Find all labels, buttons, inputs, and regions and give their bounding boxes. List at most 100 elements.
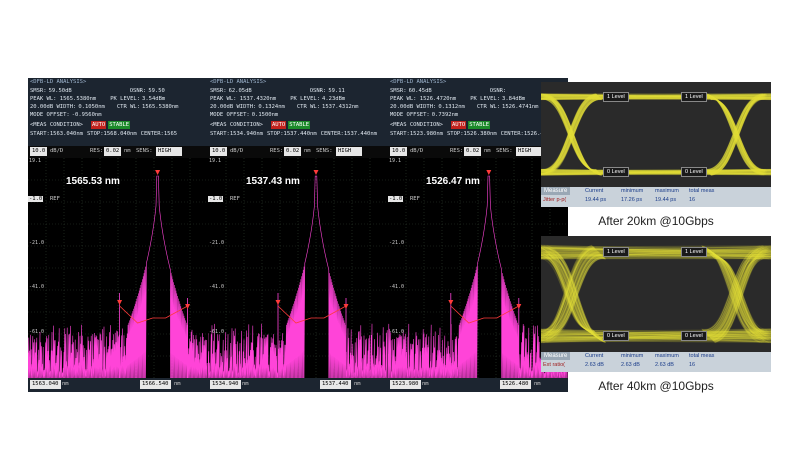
spectrum-svg: [28, 158, 208, 378]
res-value[interactable]: 0.02: [464, 147, 482, 156]
stop-wl: STOP:1537.440nm: [266, 131, 317, 137]
eye-svg: [541, 82, 771, 187]
measure-col-header: total meas: [689, 353, 715, 359]
side-marker: [448, 300, 454, 305]
width-value: 0.1312nm: [438, 104, 465, 110]
pk-level-value: 3.84dBm: [502, 96, 526, 102]
stable-tag: STABLE: [468, 121, 491, 129]
stop-value[interactable]: 1566.540: [140, 380, 171, 389]
y-tick-label: -21.0: [209, 240, 225, 246]
measure-col-header: maximum: [655, 188, 679, 194]
y-tick-label: -41.0: [389, 284, 405, 290]
mode-offset-value: 0.1500nm: [251, 112, 279, 118]
ref-level-chip[interactable]: -1.0: [28, 196, 44, 202]
res-value[interactable]: 0.02: [284, 147, 302, 156]
header-row: 20.00dB WIDTH: 0.1324nm CTR WL: 1537.4312nm: [210, 103, 386, 111]
res-value[interactable]: 0.02: [104, 147, 122, 156]
ctr-wl-label: CTR WL:: [116, 104, 141, 110]
auto-tag: AUTO: [270, 121, 287, 129]
analysis-title: <DFB-LD ANALYSIS>: [210, 79, 267, 85]
stop-unit: nm: [354, 381, 361, 387]
measure-col-header: Current: [585, 188, 604, 194]
stop-wl: STOP:1526.380nm: [446, 131, 497, 137]
osa-spectrum-panel: <DFB-LD ANALYSIS> SMSR: 62.05dB OSNR: 59.11 P…: [208, 78, 388, 392]
measure-col-value: 17.26 ps: [621, 197, 643, 203]
auto-tag: AUTO: [450, 121, 467, 129]
y-tick-label: -21.0: [389, 240, 405, 246]
auto-tag: AUTO: [90, 121, 107, 129]
measure-col-value: 16: [689, 362, 696, 368]
header-row: SMSR: 59.50dB OSNR: 59.50: [30, 87, 206, 95]
measure-col-value: 19.44 ps: [655, 197, 677, 203]
scale-unit: dB/D: [50, 148, 64, 154]
osnr-label: OSNR:: [129, 88, 147, 94]
width-value: 0.1050nm: [78, 104, 105, 110]
y-tick-label: -21.0: [29, 240, 45, 246]
measure-col-header: Current: [585, 353, 604, 359]
meas-condition: <MEAS CONDITION>: [210, 122, 263, 128]
measure-col-value: 16: [689, 197, 696, 203]
start-wl: START:1523.980nm: [390, 131, 443, 137]
osnr-value: 59.11: [328, 88, 345, 94]
start-unit: nm: [62, 381, 69, 387]
stop-value[interactable]: 1526.480: [500, 380, 531, 389]
sens-label: SENS:: [316, 148, 333, 154]
smsr-label: SMSR:: [390, 88, 407, 94]
ctr-wl-value: 1537.4312nm: [322, 104, 359, 110]
sens-value[interactable]: HIGH: [516, 147, 542, 156]
start-value[interactable]: 1563.040: [30, 380, 61, 389]
stable-tag: STABLE: [108, 121, 131, 129]
eye-diagram: 1 Level 1 Level 0 Level 0 Level Measure Ext r…: [541, 236, 771, 372]
settings-bar: 10.0 dB/D RES: 0.02 nm SENS: HIGH: [208, 146, 388, 158]
scale-value[interactable]: 10.0: [30, 147, 48, 156]
mode-offset-value: 0.7392nm: [431, 112, 459, 118]
stop-value[interactable]: 1537.440: [320, 380, 351, 389]
settings-bar: 10.0 dB/D RES: 0.02 nm SENS: HIGH: [28, 146, 208, 158]
measure-tab[interactable]: Measure: [541, 187, 571, 195]
stop-wl: STOP:1568.040nm: [86, 131, 137, 137]
spectrum-svg: [208, 158, 388, 378]
width-label: 20.00dB WIDTH:: [30, 104, 77, 110]
ctr-wl-label: CTR WL:: [476, 104, 501, 110]
start-value[interactable]: 1523.980: [390, 380, 421, 389]
spectrum-trace: [208, 175, 388, 378]
scale-value[interactable]: 10.0: [390, 147, 408, 156]
osnr-label: OSNR:: [309, 88, 327, 94]
header-row: START:1563.040nm STOP:1568.040nm CENTER:15…: [30, 130, 206, 138]
header-row: PEAK WL: 1537.4320nm PK LEVEL: 4.23dBm: [210, 95, 386, 103]
width-label: 20.00dB WIDTH:: [390, 104, 437, 110]
start-value[interactable]: 1534.940: [210, 380, 241, 389]
ref-level-chip[interactable]: -1.0: [388, 196, 404, 202]
scale-value[interactable]: 10.0: [210, 147, 228, 156]
res-label: RES:: [450, 148, 464, 154]
eye-svg: [541, 236, 771, 352]
level-marker: 0 Level: [603, 167, 629, 178]
sens-value[interactable]: HIGH: [156, 147, 182, 156]
measure-col-value: 2.63 dB: [585, 362, 604, 368]
peak-wavelength-label: 1526.47 nm: [426, 176, 480, 187]
mode-offset-label: MODE OFFSET:: [30, 112, 70, 118]
meas-condition-row: <MEAS CONDITION> AUTO STABLE: [210, 121, 386, 129]
smsr-label: SMSR:: [30, 88, 47, 94]
level-marker: 0 Level: [681, 167, 707, 178]
meas-condition-row: <MEAS CONDITION> AUTO STABLE: [30, 121, 206, 129]
peak-wavelength-label: 1537.43 nm: [246, 176, 300, 187]
scale-unit: dB/D: [230, 148, 244, 154]
peak-wl: PEAK WL: 1537.4320nm: [210, 96, 277, 102]
spectrum-plot: [208, 158, 388, 378]
measure-tab[interactable]: Measure: [541, 352, 571, 360]
sens-value[interactable]: HIGH: [336, 147, 362, 156]
pk-level-value: 3.54dBm: [142, 96, 166, 102]
mode-offset-label: MODE OFFSET:: [390, 112, 430, 118]
ref-level-chip[interactable]: -1.0: [208, 196, 224, 202]
span-footer: 1534.940 nm 1537.440 nm: [208, 378, 388, 392]
y-tick-label: -61.0: [389, 329, 405, 335]
measure-col-value: 19.44 ps: [585, 197, 607, 203]
center-wl: CENTER:1537.440nm: [320, 131, 377, 137]
peak-wl: PEAK WL: 1565.5380nm: [30, 96, 97, 102]
measure-bar: Measure Jitter p-p(Current 19.44 ps minimum…: [541, 187, 771, 207]
header-row: MODE OFFSET: 0.7392nm: [390, 111, 566, 119]
res-label: RES:: [90, 148, 104, 154]
osnr-label: OSNR:: [489, 88, 507, 94]
header-row: START:1534.940nm STOP:1537.440nm CENTER:15…: [210, 130, 386, 138]
